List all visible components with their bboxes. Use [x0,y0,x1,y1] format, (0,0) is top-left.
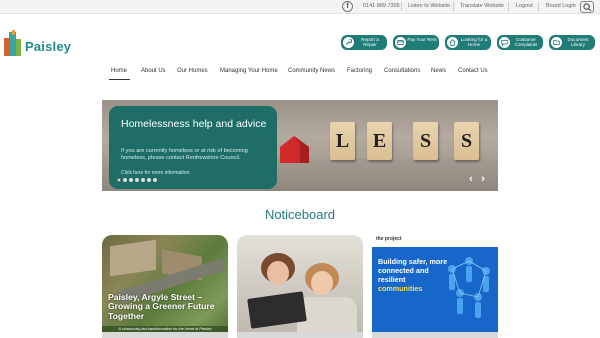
logo-bar-green [16,39,21,56]
translate-link[interactable]: Translate Website [460,3,504,9]
nav-community-news[interactable]: Community News [288,68,335,74]
hero-more-link[interactable]: Click here for more information. [121,170,191,176]
nav-contact-us[interactable]: Contact Us [458,68,488,74]
notice-card-argyle-street[interactable]: Paisley, Argyle Street – Growing a Green… [102,235,228,338]
search-button[interactable] [580,1,594,13]
notice-card-family-laptop[interactable] [237,235,363,338]
nav-active-indicator [109,79,130,80]
card-image-person [267,261,289,285]
carousel-prev-icon[interactable]: ‹ [467,173,475,185]
carousel-dot[interactable] [147,178,151,182]
carousel-dot[interactable] [129,178,133,182]
carousel-dot[interactable] [117,178,121,182]
pay-rent-button[interactable]: Pay Your Rent [393,35,439,50]
notice-card-panel: Building safer, more connected and resil… [372,247,498,332]
logout-link[interactable]: Logout [516,3,533,9]
divider [538,2,539,11]
chat-icon [499,37,510,48]
nav-managing-your-home[interactable]: Managing Your Home [220,68,278,74]
nav-news[interactable]: News [431,68,446,74]
card-image-building [110,239,156,277]
project-logo: the project [376,236,402,242]
nav-our-homes[interactable]: Our Homes [177,68,208,74]
search-icon [583,3,592,12]
nav-about-us[interactable]: About Us [141,68,166,74]
report-repair-button[interactable]: Report a Repair [341,35,387,50]
looking-for-home-button[interactable]: Looking for a Home [445,35,491,50]
notice-card-footer [372,332,498,338]
top-utility-bar: f 0141 889 7305 Listen to Website Transl… [0,0,600,14]
notice-card-line: resilient [378,275,406,284]
hero-card: Homelessness help and advice If you are … [109,106,277,189]
people-network-image [448,257,490,318]
looking-for-home-label: Looking for a Home [460,37,488,48]
nav-home[interactable]: Home [111,68,127,74]
hero-body: If you are currently homeless or at risk… [121,148,248,161]
notice-card-footer [102,332,228,338]
pay-rent-label: Pay Your Rent [407,37,437,42]
letter-tile: L [330,122,355,160]
red-house-image [280,136,309,163]
wrench-icon [343,37,354,48]
card-icon [395,37,406,48]
nav-consultations[interactable]: Consultations [384,68,420,74]
letter-tile: S [454,122,479,160]
notice-card-line: Building safer, more [378,257,448,266]
noticeboard-title: Noticeboard [264,207,336,222]
nav-factoring[interactable]: Factoring [347,68,372,74]
board-login-link[interactable]: Board Login [546,3,576,9]
carousel-dot[interactable] [141,178,145,182]
report-repair-label: Report a Repair [361,37,379,48]
folder-icon [551,37,562,48]
letter-tile: E [367,122,392,160]
customer-complaints-label: Customer Complaints [514,37,538,48]
carousel-dots [117,178,162,184]
divider [401,2,402,11]
logo-text: Paisley [25,39,72,54]
carousel-dot[interactable] [153,178,157,182]
document-library-button[interactable]: Document Library [549,35,595,50]
letter-tile: S [413,122,438,160]
notice-card-title: Paisley, Argyle Street – Growing a Green… [108,292,215,321]
main-navigation: Home About Us Our Homes Managing Your Ho… [0,68,600,80]
divider [508,2,509,11]
listen-link[interactable]: Listen to Website [408,3,450,9]
notice-card-line: connected and [378,266,429,275]
notice-card-footer [237,332,363,338]
document-library-label: Document Library [567,37,589,48]
house-icon [447,37,458,48]
carousel-dot[interactable] [123,178,127,182]
facebook-icon[interactable]: f [342,1,353,12]
notice-card-line: communities [378,284,423,293]
logo-bar-teal [9,32,16,56]
customer-complaints-button[interactable]: Customer Complaints [497,35,543,50]
card-image-person [311,271,333,295]
divider [453,2,454,11]
site-logo[interactable]: Paisley [4,30,79,60]
logo-bar-yellow [12,30,15,35]
hero-title: Homelessness help and advice [121,118,267,130]
carousel-next-icon[interactable]: › [479,173,487,185]
carousel-dot[interactable] [135,178,139,182]
phone-number[interactable]: 0141 889 7305 [363,3,400,9]
notice-card-safer-communities[interactable]: the project Building safer, more connect… [372,235,498,338]
